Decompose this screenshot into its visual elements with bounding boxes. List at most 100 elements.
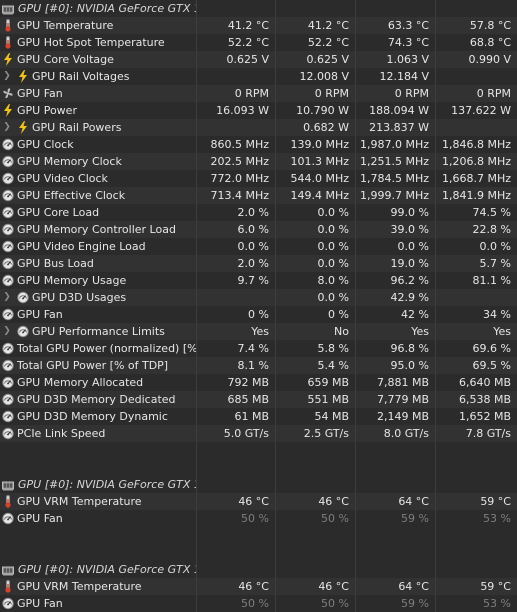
- maximum-value: 64 °C: [398, 580, 429, 593]
- sensor-row[interactable]: GPU Fan 0 % 0 % 42 % 34 %: [0, 306, 517, 323]
- current-value: 52.2 °C: [227, 36, 269, 49]
- sensor-row[interactable]: GPU Effective Clock 713.4 MHz 149.4 MHz 1,9…: [0, 187, 517, 204]
- gauge-icon: [17, 325, 29, 338]
- sensor-row[interactable]: ❯ GPU Performance Limits Yes No Yes Yes: [0, 323, 517, 340]
- sensor-label: GPU Memory Usage: [17, 274, 127, 287]
- gauge-icon: [2, 393, 14, 406]
- sensor-label: Total GPU Power (normalized) [% ...: [17, 342, 196, 355]
- sensor-name-cell: GPU D3D Memory Dynamic: [0, 408, 196, 425]
- minimum-value: 2.5 GT/s: [303, 427, 349, 440]
- sensor-row[interactable]: GPU Power 16.093 W 10.790 W 188.094 W 137.62…: [0, 102, 517, 119]
- sensor-row[interactable]: ❯ GPU Rail Powers 0.682 W 213.837 W: [0, 119, 517, 136]
- sensor-label: GPU Memory Allocated: [17, 376, 144, 389]
- sensor-row[interactable]: GPU Fan 0 RPM 0 RPM 0 RPM 0 RPM: [0, 85, 517, 102]
- sensor-row[interactable]: GPU VRM Temperature 46 °C 46 °C 64 °C 59 °C: [0, 578, 517, 595]
- sensor-row[interactable]: ❯ GPU D3D Usages 0.0 % 42.9 %: [0, 289, 517, 306]
- sensor-row[interactable]: GPU Hot Spot Temperature 52.2 °C 52.2 °C 74…: [0, 34, 517, 51]
- gauge-icon: [2, 342, 14, 355]
- sensor-row[interactable]: GPU D3D Memory Dynamic 61 MB 54 MB 2,149 MB…: [0, 408, 517, 425]
- average-value: 53 %: [483, 512, 511, 525]
- minimum-value: 46 °C: [318, 580, 349, 593]
- expand-chevron-icon[interactable]: ❯: [2, 119, 12, 136]
- sensor-row[interactable]: GPU Fan 50 % 50 % 59 % 53 %: [0, 595, 517, 612]
- sensor-name-cell: GPU Fan: [0, 306, 196, 323]
- sensor-group-header[interactable]: GPU [#0]: NVIDIA GeForce GTX 1...: [0, 476, 517, 493]
- average-value: 74.5 %: [472, 206, 511, 219]
- average-value: 22.8 %: [472, 223, 511, 236]
- average-value: 59 °C: [480, 580, 511, 593]
- column-separator[interactable]: [435, 0, 436, 612]
- sensor-name-cell: GPU Fan: [0, 595, 196, 612]
- sensor-row[interactable]: GPU Video Engine Load 0.0 % 0.0 % 0.0 % 0.0 …: [0, 238, 517, 255]
- maximum-value: 7,881 MB: [376, 376, 429, 389]
- current-value: 0 RPM: [234, 87, 269, 100]
- gauge-icon: [2, 427, 14, 440]
- minimum-value: 0.625 V: [306, 53, 349, 66]
- average-value: 0 RPM: [476, 87, 511, 100]
- sensor-label: GPU Fan: [17, 512, 63, 525]
- average-value: 81.1 %: [472, 274, 511, 287]
- sensor-row[interactable]: GPU Memory Allocated 792 MB 659 MB 7,881 MB…: [0, 374, 517, 391]
- sensor-row[interactable]: GPU Video Clock 772.0 MHz 544.0 MHz 1,784.5…: [0, 170, 517, 187]
- sensor-label: GPU D3D Memory Dedicated: [17, 393, 176, 406]
- maximum-value: 1,251.5 MHz: [359, 155, 429, 168]
- fan-icon: [2, 87, 14, 100]
- minimum-value: 50 %: [321, 512, 349, 525]
- sensor-row[interactable]: GPU VRM Temperature 46 °C 46 °C 64 °C 59 °C: [0, 493, 517, 510]
- average-value: 7.8 GT/s: [465, 427, 511, 440]
- current-value: 16.093 W: [216, 104, 269, 117]
- sensor-row[interactable]: GPU Temperature 41.2 °C 41.2 °C 63.3 °C 57.8…: [0, 17, 517, 34]
- sensor-row[interactable]: ❯ GPU Rail Voltages 12.008 V 12.184 V: [0, 68, 517, 85]
- sensor-label: GPU Hot Spot Temperature: [17, 36, 165, 49]
- maximum-value: 59 %: [401, 512, 429, 525]
- sensor-name-cell: GPU Temperature: [0, 17, 196, 34]
- minimum-value: 0.0 %: [317, 291, 349, 304]
- sensor-group-header[interactable]: GPU [#0]: NVIDIA GeForce GTX 1...: [0, 0, 517, 17]
- sensor-row[interactable]: PCIe Link Speed 5.0 GT/s 2.5 GT/s 8.0 GT/s 7…: [0, 425, 517, 442]
- gauge-icon: [17, 291, 29, 304]
- sensor-row[interactable]: Total GPU Power [% of TDP] 8.1 % 5.4 % 95.0…: [0, 357, 517, 374]
- empty-cell: [356, 561, 435, 578]
- column-separator[interactable]: [355, 0, 356, 612]
- average-value: 1,846.8 MHz: [441, 138, 511, 151]
- sensor-label: GPU Rail Powers: [32, 121, 122, 134]
- average-value: [436, 68, 517, 85]
- sensor-name-cell: GPU Memory Usage: [0, 272, 196, 289]
- current-value: 5.0 GT/s: [223, 427, 269, 440]
- empty-cell: [276, 561, 355, 578]
- minimum-value: 50 %: [321, 597, 349, 610]
- sensor-name-cell: ❯ GPU Performance Limits: [0, 323, 196, 340]
- sensor-name-cell: ❯ GPU Rail Voltages: [0, 68, 196, 85]
- sensor-row[interactable]: GPU Memory Controller Load 6.0 % 0.0 % 39.0…: [0, 221, 517, 238]
- sensor-group-header[interactable]: GPU [#0]: NVIDIA GeForce GTX 1...: [0, 561, 517, 578]
- gauge-icon: [2, 597, 14, 610]
- sensor-row[interactable]: GPU Clock 860.5 MHz 139.0 MHz 1,987.0 MHz 1,…: [0, 136, 517, 153]
- sensor-row[interactable]: GPU Core Voltage 0.625 V 0.625 V 1.063 V 0.9…: [0, 51, 517, 68]
- current-value: 46 °C: [238, 580, 269, 593]
- sensor-name-cell: GPU Video Engine Load: [0, 238, 196, 255]
- empty-cell: [276, 0, 355, 17]
- average-value: 0.990 V: [468, 53, 511, 66]
- sensor-row[interactable]: GPU Bus Load 2.0 % 0.0 % 19.0 % 5.7 %: [0, 255, 517, 272]
- gpu-chip-icon: [2, 479, 14, 491]
- expand-chevron-icon[interactable]: ❯: [2, 323, 12, 340]
- current-value: 2.0 %: [237, 206, 269, 219]
- sensor-row[interactable]: GPU Memory Usage 9.7 % 8.0 % 96.2 % 81.1 %: [0, 272, 517, 289]
- column-separator[interactable]: [275, 0, 276, 612]
- maximum-value: 96.2 %: [390, 274, 429, 287]
- column-separator[interactable]: [196, 0, 197, 612]
- sensor-row[interactable]: GPU Memory Clock 202.5 MHz 101.3 MHz 1,251.…: [0, 153, 517, 170]
- gauge-icon: [2, 206, 14, 219]
- empty-cell: [436, 561, 517, 578]
- expand-chevron-icon[interactable]: ❯: [2, 289, 12, 306]
- sensor-row[interactable]: GPU Core Load 2.0 % 0.0 % 99.0 % 74.5 %: [0, 204, 517, 221]
- expand-chevron-icon[interactable]: ❯: [2, 68, 12, 85]
- sensor-label: GPU D3D Memory Dynamic: [17, 410, 168, 423]
- minimum-value: 52.2 °C: [307, 36, 349, 49]
- current-value: 7.4 %: [237, 342, 269, 355]
- gauge-icon: [2, 223, 14, 236]
- sensor-row[interactable]: Total GPU Power (normalized) [% ... 7.4 %…: [0, 340, 517, 357]
- sensor-row[interactable]: GPU Fan 50 % 50 % 59 % 53 %: [0, 510, 517, 527]
- maximum-value: 42 %: [401, 308, 429, 321]
- sensor-row[interactable]: GPU D3D Memory Dedicated 685 MB 551 MB 7,77…: [0, 391, 517, 408]
